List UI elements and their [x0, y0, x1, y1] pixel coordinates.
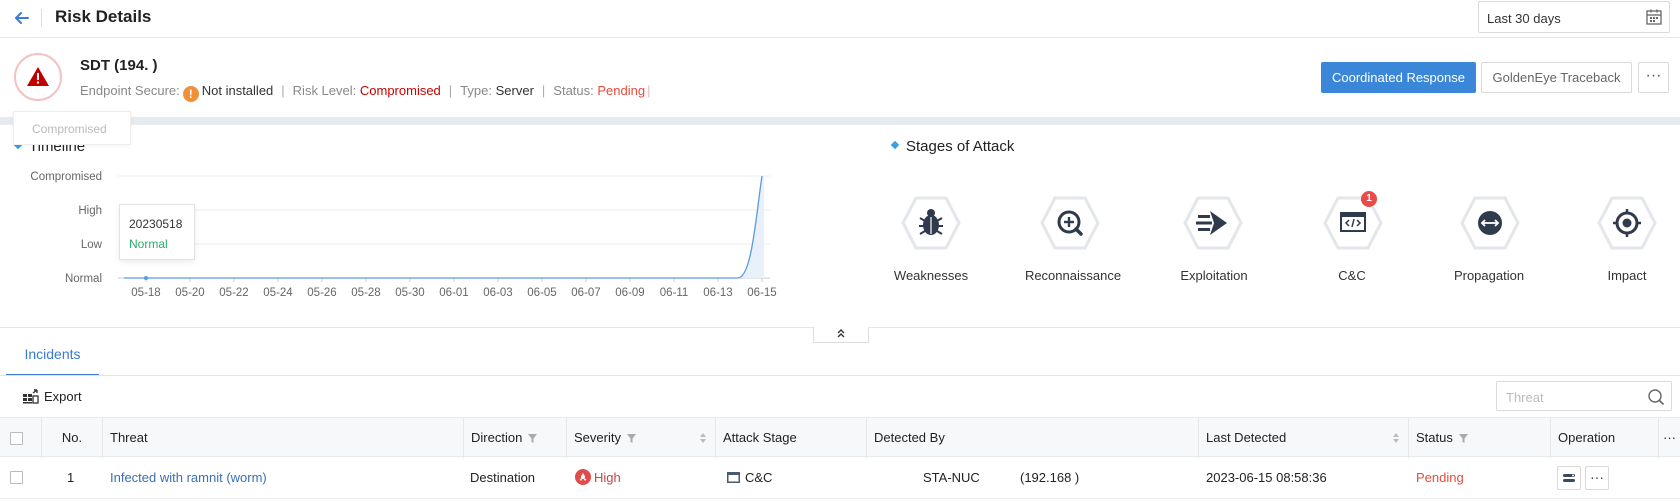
- stage-label-cc: C&C: [1338, 268, 1366, 283]
- column-settings-button[interactable]: ···: [1658, 418, 1680, 458]
- stage-exploitation[interactable]: [1183, 196, 1243, 253]
- table-row: 1 Infected with ramnit (worm) Destinatio…: [0, 457, 1680, 499]
- col-status[interactable]: Status: [1408, 418, 1550, 458]
- code-window-icon: [1340, 212, 1366, 232]
- export-label: Export: [44, 389, 82, 404]
- row-response-button[interactable]: [1557, 466, 1581, 490]
- export-button[interactable]: Export: [22, 389, 82, 404]
- row-last-detected: 2023-06-15 08:58:36: [1206, 470, 1327, 485]
- select-all-cell: [0, 418, 41, 458]
- stage-reconnaissance[interactable]: [1040, 196, 1100, 253]
- stage-label-exploitation: Exploitation: [1180, 268, 1248, 283]
- stage-cc-count-badge: 1: [1361, 191, 1377, 207]
- incidents-table-header: No. Threat Direction Severity Attack Sta…: [0, 417, 1680, 458]
- col-severity[interactable]: Severity: [566, 418, 715, 458]
- filter-icon: [528, 434, 538, 443]
- stage-propagation[interactable]: [1460, 196, 1520, 253]
- col-detected-by[interactable]: Detected By: [866, 418, 1198, 458]
- col-direction[interactable]: Direction: [463, 418, 566, 458]
- row-no: 1: [67, 470, 75, 485]
- collapse-panel-button[interactable]: [813, 327, 869, 343]
- filter-icon: [626, 434, 636, 443]
- sort-icon: [1393, 433, 1399, 443]
- search-placeholder: Threat: [1506, 390, 1544, 405]
- response-icon: [1563, 474, 1575, 482]
- stage-weaknesses[interactable]: [901, 196, 961, 253]
- row-severity: High: [575, 457, 621, 499]
- stage-label-reconnaissance: Reconnaissance: [1024, 268, 1122, 283]
- chevron-double-up-icon: [837, 329, 845, 338]
- export-icon: [23, 389, 39, 404]
- row-detected-by-ip: (192.168 ): [1020, 470, 1080, 485]
- row-attack-stage: C&C: [727, 457, 772, 499]
- col-threat[interactable]: Threat: [102, 418, 463, 458]
- select-all-checkbox[interactable]: [10, 432, 23, 445]
- stage-impact[interactable]: [1597, 196, 1657, 253]
- sort-icon: [700, 433, 706, 443]
- search-icon: [1648, 389, 1665, 406]
- col-attack-stage[interactable]: Attack Stage: [715, 418, 866, 458]
- col-no[interactable]: No.: [41, 418, 102, 458]
- row-threat-link[interactable]: Infected with ramnit (worm): [110, 457, 267, 499]
- tab-underline: [0, 375, 1680, 376]
- severity-high-icon: [575, 469, 591, 485]
- code-window-icon: [727, 472, 740, 483]
- row-direction: Destination: [470, 470, 536, 485]
- col-last-detected[interactable]: Last Detected: [1198, 418, 1408, 458]
- stages-connectors: [960, 220, 1596, 224]
- row-more-button[interactable]: ···: [1585, 466, 1609, 490]
- filter-icon: [1458, 434, 1468, 443]
- col-operation: Operation: [1550, 418, 1658, 458]
- row-checkbox[interactable]: [10, 471, 23, 484]
- stage-label-propagation: Propagation: [1453, 268, 1525, 283]
- risk-tooltip: Compromised: [13, 111, 131, 145]
- tab-incidents[interactable]: Incidents: [6, 342, 99, 376]
- stage-label-impact: Impact: [1607, 268, 1647, 283]
- spread-icon: [1478, 211, 1502, 235]
- threat-search-input[interactable]: Threat: [1496, 381, 1672, 411]
- stage-label-weaknesses: Weaknesses: [893, 268, 969, 283]
- row-detected-by-device: STA-NUC: [923, 470, 980, 485]
- row-status: Pending: [1416, 470, 1464, 485]
